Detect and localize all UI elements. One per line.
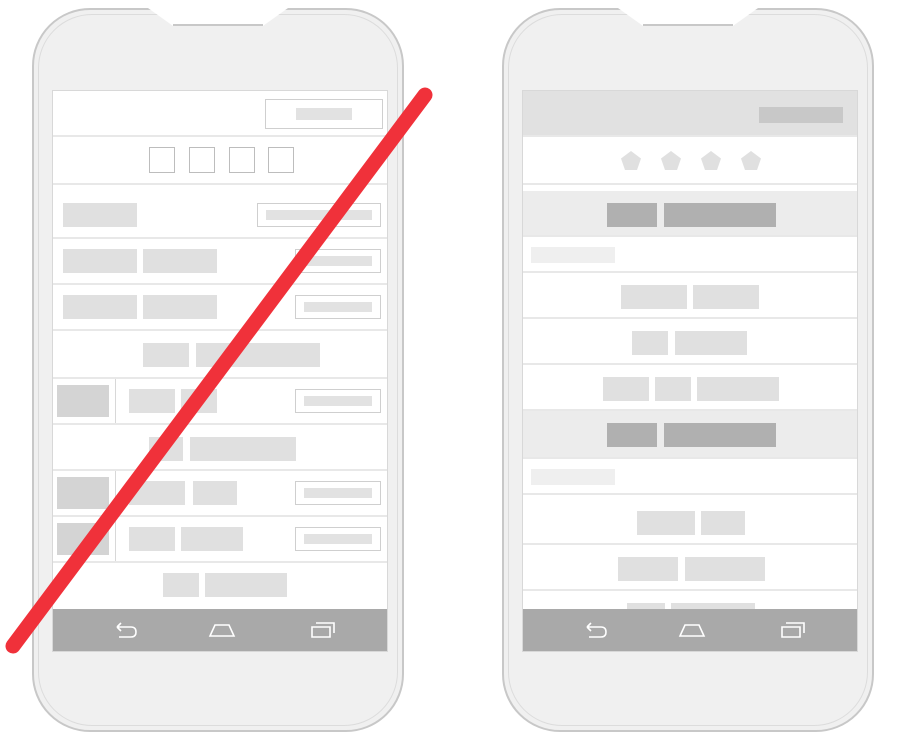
field-placeholder[interactable] <box>295 295 381 319</box>
field-placeholder[interactable] <box>295 249 381 273</box>
text-placeholder <box>190 437 296 461</box>
label-placeholder <box>63 203 137 227</box>
section-row <box>53 563 387 611</box>
label-placeholder <box>63 295 137 319</box>
list-item[interactable] <box>523 273 857 319</box>
text-placeholder <box>697 377 779 401</box>
label-placeholder <box>63 249 137 273</box>
text-placeholder <box>675 331 747 355</box>
text-placeholder <box>129 481 185 505</box>
caption-placeholder <box>531 247 615 263</box>
list-item[interactable] <box>523 545 857 591</box>
left-screen <box>52 90 388 652</box>
list-item[interactable] <box>523 501 857 545</box>
caption-row <box>523 237 857 273</box>
text-placeholder <box>603 377 649 401</box>
text-placeholder <box>205 573 287 597</box>
text-placeholder <box>181 527 243 551</box>
section-title-placeholder <box>607 203 657 227</box>
text-placeholder <box>655 377 691 401</box>
section-title-placeholder <box>664 423 776 447</box>
text-placeholder <box>163 573 199 597</box>
form-row <box>53 285 387 331</box>
left-phone <box>32 8 404 732</box>
pentagon-icon[interactable] <box>659 149 683 173</box>
text-placeholder <box>632 331 668 355</box>
text-placeholder <box>149 437 183 461</box>
text-placeholder <box>693 285 759 309</box>
toolbar-row <box>523 137 857 185</box>
text-placeholder <box>181 389 217 413</box>
text-placeholder <box>618 557 678 581</box>
list-row <box>53 379 387 425</box>
header-row <box>53 91 387 137</box>
earpiece-line <box>173 10 263 26</box>
field-placeholder[interactable] <box>295 389 381 413</box>
thumbnail-placeholder <box>57 477 109 509</box>
field-placeholder[interactable] <box>295 481 381 505</box>
system-nav-bar <box>523 609 857 651</box>
system-nav-bar <box>53 609 387 651</box>
text-placeholder <box>701 511 745 535</box>
home-icon[interactable] <box>677 617 707 643</box>
thumbnail-placeholder <box>57 523 109 555</box>
field-placeholder[interactable] <box>295 527 381 551</box>
form-row <box>53 239 387 285</box>
caption-placeholder <box>531 469 615 485</box>
pentagon-icon[interactable] <box>739 149 763 173</box>
label-placeholder <box>143 249 217 273</box>
text-placeholder <box>637 511 695 535</box>
section-title-placeholder <box>607 423 657 447</box>
section-title-placeholder <box>664 203 776 227</box>
pentagon-icon[interactable] <box>699 149 723 173</box>
list-row <box>53 471 387 517</box>
form-row <box>53 193 387 239</box>
header-row <box>523 91 857 137</box>
field-placeholder[interactable] <box>257 203 381 227</box>
list-item[interactable] <box>523 319 857 365</box>
home-icon[interactable] <box>207 617 237 643</box>
section-row <box>53 331 387 379</box>
text-placeholder <box>193 481 237 505</box>
list-item[interactable] <box>523 365 857 411</box>
label-placeholder <box>143 295 217 319</box>
right-screen <box>522 90 858 652</box>
pentagon-icon[interactable] <box>619 149 643 173</box>
text-placeholder <box>129 527 175 551</box>
thumbnail-placeholder <box>57 385 109 417</box>
recents-icon[interactable] <box>777 617 807 643</box>
text-placeholder <box>129 389 175 413</box>
right-phone <box>502 8 874 732</box>
section-header <box>523 411 857 459</box>
text-placeholder <box>143 343 189 367</box>
toolbar-square-icon[interactable] <box>268 147 294 173</box>
caption-row <box>523 459 857 495</box>
earpiece-line <box>643 10 733 26</box>
toolbar-square-icon[interactable] <box>229 147 255 173</box>
list-row <box>53 517 387 563</box>
header-action-placeholder[interactable] <box>759 107 843 123</box>
header-action-button[interactable] <box>265 99 383 129</box>
back-icon[interactable] <box>581 617 611 643</box>
toolbar-row <box>53 137 387 185</box>
section-row <box>53 425 387 471</box>
text-placeholder <box>685 557 765 581</box>
text-placeholder <box>621 285 687 309</box>
section-header <box>523 191 857 237</box>
back-icon[interactable] <box>111 617 141 643</box>
toolbar-square-icon[interactable] <box>149 147 175 173</box>
text-placeholder <box>196 343 320 367</box>
recents-icon[interactable] <box>307 617 337 643</box>
toolbar-square-icon[interactable] <box>189 147 215 173</box>
